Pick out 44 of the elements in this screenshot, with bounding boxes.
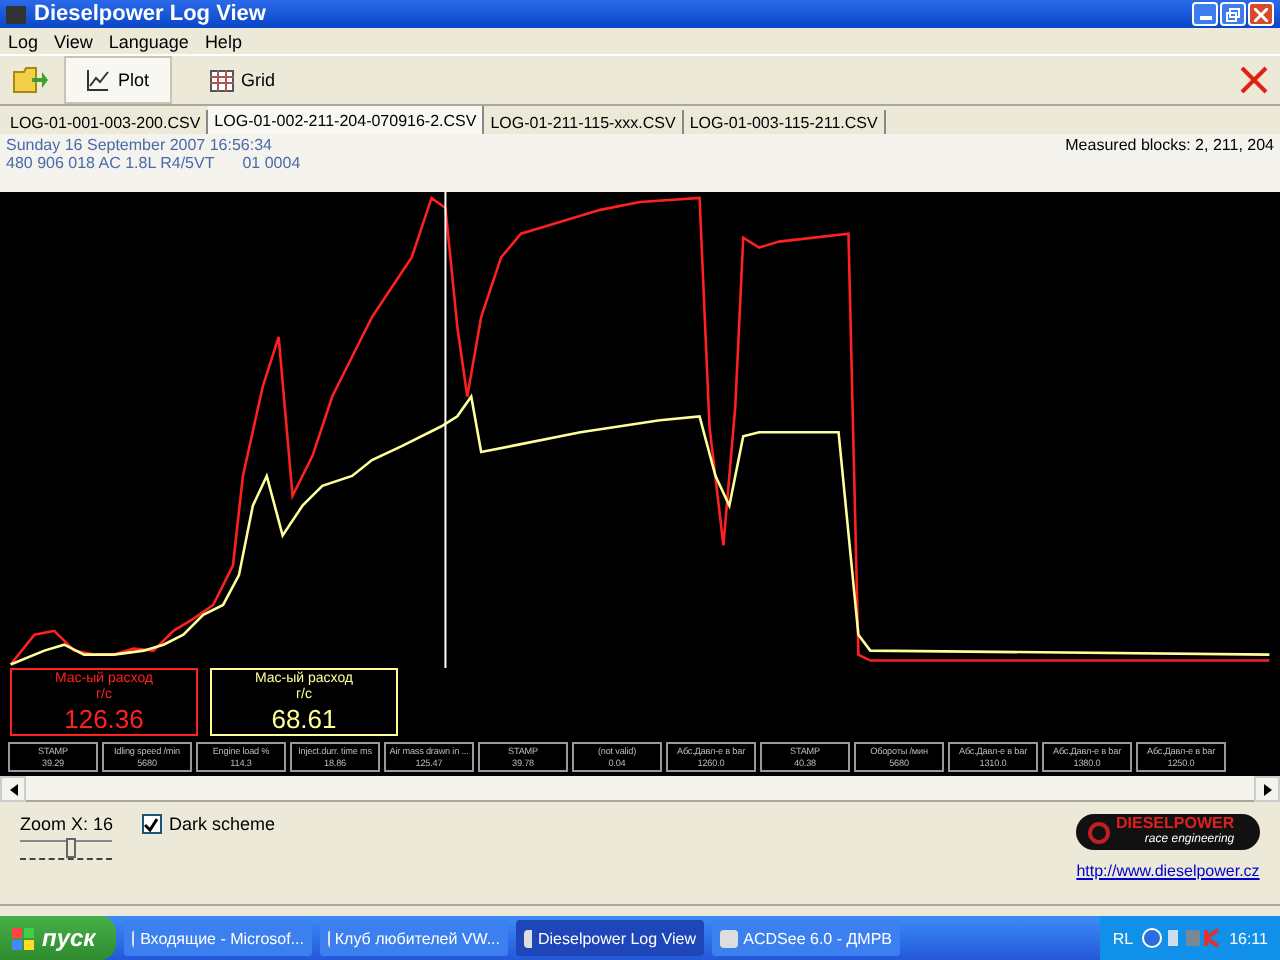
- measured-blocks: Measured blocks: 2, 211, 204: [1065, 136, 1274, 190]
- legend-value: 68.61: [271, 704, 337, 735]
- ecu-code: 01 0004: [242, 154, 301, 172]
- window-title: Dieselpower Log View: [34, 2, 266, 26]
- right-arrow-icon[interactable]: [1263, 783, 1271, 795]
- restore-button[interactable]: [1220, 2, 1246, 26]
- taskbar-button[interactable]: Клуб любителей VW...: [320, 920, 508, 956]
- checkmark-icon: [144, 817, 159, 831]
- file-tab[interactable]: LOG-01-002-211-204-070916-2.CSV: [208, 106, 485, 134]
- menu-item[interactable]: Language: [108, 31, 189, 51]
- zoom-slider[interactable]: [20, 840, 113, 860]
- restore-icon: [1226, 7, 1240, 21]
- menu-item[interactable]: Help: [204, 31, 242, 51]
- start-button[interactable]: пуск: [0, 916, 116, 960]
- line-chart-icon: [86, 68, 110, 92]
- tray-icons-drawing[interactable]: [1141, 928, 1222, 948]
- dark-scheme-checkbox[interactable]: [141, 814, 162, 834]
- menu-item[interactable]: Log: [8, 31, 39, 51]
- windows-logo-icon: [12, 927, 34, 949]
- table-icon: [209, 69, 234, 91]
- taskbar-button[interactable]: ACDSee 6.0 - ДМРВ: [712, 920, 900, 956]
- toolbar-button[interactable]: Grid: [187, 56, 298, 104]
- close-button[interactable]: [1248, 2, 1274, 26]
- taskbar-button[interactable]: Входящие - Microsof...: [124, 920, 312, 956]
- log-date: Sunday 16 September 2007 16:56:34: [6, 136, 274, 154]
- logo-name: DIESELPOWER: [1116, 816, 1235, 832]
- taskbar-button[interactable]: Dieselpower Log View: [516, 920, 704, 956]
- checkbox-label: Dark scheme: [169, 814, 276, 834]
- slider-thumb[interactable]: [65, 838, 76, 858]
- website-link[interactable]: http://www.dieselpower.cz: [1076, 862, 1260, 880]
- left-arrow-icon[interactable]: [9, 783, 17, 795]
- close-icon[interactable]: [1240, 66, 1268, 94]
- open-folder-icon[interactable]: [12, 64, 48, 96]
- zoom-label: Zoom X: 16: [20, 814, 114, 834]
- turbo-icon: [1088, 821, 1110, 843]
- toolbar-button[interactable]: Plot: [64, 56, 172, 104]
- horizontal-scrollbar[interactable]: [0, 776, 1280, 802]
- clock: 16:11: [1229, 929, 1268, 947]
- legend-value: 126.36: [64, 704, 144, 735]
- minimize-button[interactable]: [1192, 2, 1218, 26]
- menu-item[interactable]: View: [54, 31, 93, 51]
- ecu-id: 480 906 018 AC 1.8L R4/5VT: [6, 154, 215, 172]
- close-icon: [1254, 7, 1268, 21]
- cursor-line[interactable]: [444, 192, 447, 669]
